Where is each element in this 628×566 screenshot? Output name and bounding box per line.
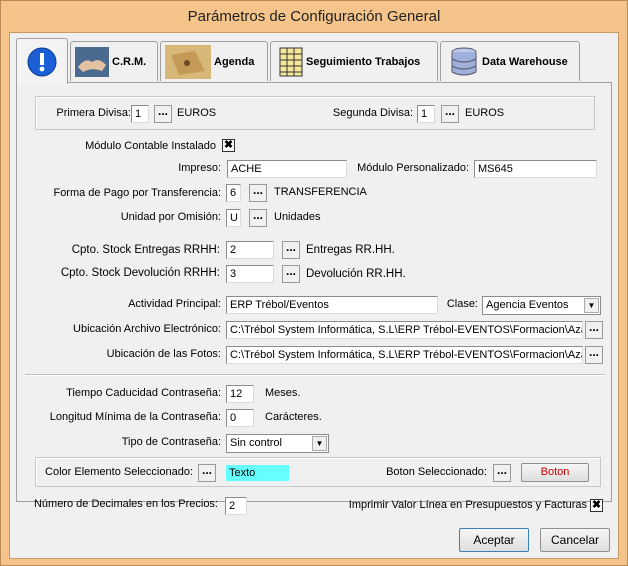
archivo-electronico-label: Ubicación Archivo Electrónico: (73, 323, 221, 335)
tab-general[interactable] (16, 38, 68, 84)
spreadsheet-icon (279, 47, 303, 76)
stock-entregas-label: Cpto. Stock Entregas RRHH: (71, 244, 220, 256)
client-area: C.R.M. Agenda Seguimiento Trabajos Data … (9, 32, 619, 559)
tab-data-warehouse[interactable]: Data Warehouse (440, 41, 580, 81)
imprimir-valor-label: Imprimir Valor Línea en Presupuestos y F… (348, 499, 587, 511)
window-title: Parámetros de Configuración General (187, 8, 441, 25)
tab-crm-label: C.R.M. (112, 55, 147, 68)
archivo-electronico-browse-button[interactable]: ... (585, 321, 603, 339)
first-currency-input[interactable]: 1 (131, 105, 149, 123)
impreso-label: Impreso: (178, 162, 221, 174)
actividad-label: Actividad Principal: (128, 298, 221, 310)
second-currency-label: Segunda Divisa: (332, 107, 413, 119)
unidad-lookup-button[interactable]: ... (249, 209, 267, 227)
impreso-input[interactable]: ACHE (227, 160, 347, 178)
separator (25, 374, 605, 376)
tab-seguimiento[interactable]: Seguimiento Trabajos (270, 41, 438, 81)
forma-pago-name: TRANSFERENCIA (274, 186, 367, 198)
tipo-contrasena-select[interactable]: Sin control ▼ (226, 434, 329, 453)
clase-label: Clase: (446, 298, 478, 310)
forma-pago-label: Forma de Pago por Transferencia: (53, 187, 221, 199)
tipo-contrasena-label: Tipo de Contraseña: (121, 436, 221, 448)
caducidad-label: Tiempo Caducidad Contraseña: (66, 387, 221, 399)
tab-panel-general: Primera Divisa: 1 ... EUROS Segunda Divi… (16, 82, 612, 502)
stock-devolucion-name: Devolución RR.HH. (306, 268, 406, 280)
first-currency-name: EUROS (177, 107, 217, 119)
first-currency-label: Primera Divisa: (56, 107, 131, 119)
longitud-unit: Carácteres. (265, 411, 322, 423)
imprimir-valor-checkbox[interactable]: ✖ (590, 499, 603, 512)
decimales-label: Número de Decimales en los Precios: (33, 498, 218, 510)
color-elemento-sample: Texto (226, 465, 289, 481)
tipo-contrasena-value: Sin control (230, 437, 282, 449)
unidad-name: Unidades (274, 211, 321, 223)
boton-seleccionado-sample: Boton (521, 463, 589, 482)
decimales-input[interactable]: 2 (225, 497, 247, 515)
cancel-button[interactable]: Cancelar (540, 528, 610, 552)
stock-devolucion-label: Cpto. Stock Devolución RRHH: (60, 267, 220, 279)
tab-crm[interactable]: C.R.M. (70, 41, 158, 81)
chevron-down-icon[interactable]: ▼ (312, 436, 327, 451)
forma-pago-input[interactable]: 6 (226, 184, 241, 202)
modulo-personalizado-input[interactable]: MS645 (474, 160, 597, 178)
fotos-browse-button[interactable]: ... (585, 346, 603, 364)
unidad-label: Unidad por Omisión: (120, 211, 221, 223)
color-elemento-picker-button[interactable]: ... (198, 464, 216, 482)
tab-data-warehouse-label: Data Warehouse (482, 55, 568, 68)
fotos-label: Ubicación de las Fotos: (106, 348, 221, 360)
clase-select[interactable]: Agencia Eventos ▼ (482, 296, 601, 315)
tab-seguimiento-label: Seguimiento Trabajos (306, 55, 421, 68)
second-currency-input[interactable]: 1 (417, 105, 435, 123)
database-icon (451, 47, 477, 75)
archivo-electronico-input[interactable]: C:\Trébol System Informática, S.L\ERP Tr… (226, 321, 583, 339)
stock-entregas-lookup-button[interactable]: ... (282, 241, 300, 259)
chevron-down-icon[interactable]: ▼ (584, 298, 599, 313)
stock-entregas-name: Entregas RR.HH. (306, 244, 395, 256)
modulo-personalizado-label: Módulo Personalizado: (357, 162, 469, 174)
clase-select-value: Agencia Eventos (486, 299, 569, 311)
accounting-module-checkbox[interactable]: ✖ (222, 139, 235, 152)
info-icon (27, 47, 57, 76)
stock-entregas-input[interactable]: 2 (226, 241, 274, 259)
tab-agenda-label: Agenda (214, 55, 255, 68)
longitud-label: Longitud Mínima de la Contraseña: (49, 411, 221, 423)
second-currency-name: EUROS (465, 107, 505, 119)
config-window: Parámetros de Configuración General C.R.… (0, 0, 628, 566)
boton-seleccionado-picker-button[interactable]: ... (493, 464, 511, 482)
unidad-input[interactable]: U (226, 209, 241, 227)
boton-seleccionado-label: Boton Seleccionado: (386, 466, 487, 478)
stock-devolucion-lookup-button[interactable]: ... (282, 265, 300, 283)
color-elemento-label: Color Elemento Seleccionado: (45, 466, 193, 478)
actividad-input[interactable]: ERP Trébol/Eventos (226, 296, 438, 314)
accept-button[interactable]: Aceptar (459, 528, 529, 552)
tab-agenda[interactable]: Agenda (160, 41, 268, 81)
longitud-input[interactable]: 0 (226, 409, 254, 427)
caducidad-unit: Meses. (265, 387, 301, 399)
stock-devolucion-input[interactable]: 3 (226, 265, 274, 283)
caducidad-input[interactable]: 12 (226, 385, 254, 403)
second-currency-lookup-button[interactable]: ... (441, 105, 459, 123)
calendar-icon (165, 44, 211, 79)
forma-pago-lookup-button[interactable]: ... (249, 184, 267, 202)
fotos-input[interactable]: C:\Trébol System Informática, S.L\ERP Tr… (226, 346, 583, 364)
handshake-icon (75, 46, 109, 77)
first-currency-lookup-button[interactable]: ... (154, 105, 172, 123)
accounting-module-label: Módulo Contable Instalado (85, 140, 216, 152)
